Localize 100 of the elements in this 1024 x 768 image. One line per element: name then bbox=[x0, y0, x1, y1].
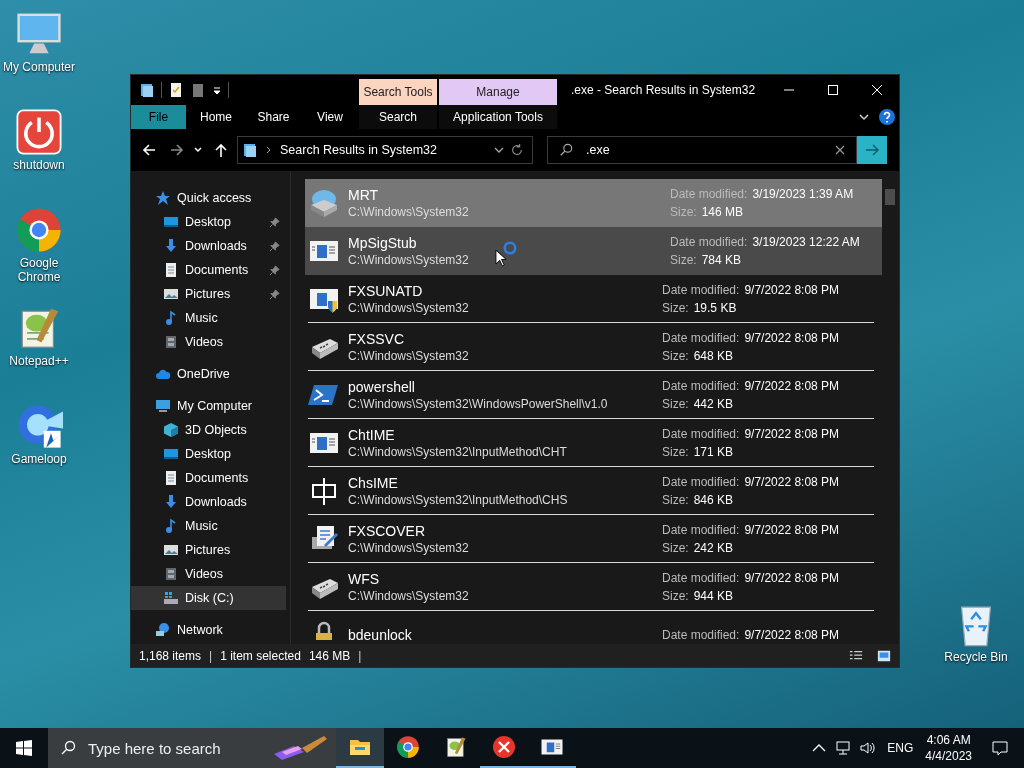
help-icon[interactable] bbox=[879, 109, 895, 125]
sidebar-item[interactable]: Desktop bbox=[131, 442, 286, 466]
search-result-row[interactable]: powershell C:\Windows\System32\WindowsPowerShell\v1.0 Date modified: 9/7/2022 8:08 PM Size: 442 KB bbox=[308, 371, 874, 419]
size-label: Size: bbox=[662, 300, 689, 315]
file-path: C:\Windows\System32\InputMethod\CHS bbox=[348, 492, 568, 507]
pin-icon[interactable] bbox=[269, 264, 280, 276]
chevron-right-icon[interactable] bbox=[264, 146, 272, 154]
pin-icon[interactable] bbox=[269, 288, 280, 300]
scrollbar-thumb[interactable] bbox=[885, 189, 895, 205]
sidebar-item[interactable]: Pictures bbox=[131, 538, 286, 562]
loading-ring-icon bbox=[503, 241, 517, 255]
pin-icon[interactable] bbox=[269, 216, 280, 228]
ribbon-tab[interactable]: View bbox=[301, 105, 359, 129]
sidebar-item[interactable]: Disk (C:) bbox=[131, 586, 286, 610]
power-icon[interactable] bbox=[15, 108, 63, 156]
forward-arrow-icon[interactable] bbox=[169, 142, 185, 158]
date-modified-value: 9/7/2022 8:08 PM bbox=[744, 570, 840, 585]
desktop-icon-label[interactable]: Gameloop bbox=[11, 452, 67, 466]
folder-icon[interactable] bbox=[139, 82, 155, 98]
search-result-row[interactable]: ChtIME C:\Windows\System32\InputMethod\CHT Date modified: 9/7/2022 8:08 PM Size: 171 KB bbox=[308, 419, 874, 467]
size-value: 146 MB bbox=[701, 205, 744, 219]
sidebar-item[interactable]: Downloads bbox=[131, 490, 286, 514]
date-modified-label: Date modified: bbox=[662, 522, 740, 537]
sidebar-item[interactable]: OneDrive bbox=[131, 362, 290, 386]
sidebar-item[interactable]: Pictures bbox=[131, 282, 286, 306]
date-modified-value: 9/7/2022 8:08 PM bbox=[744, 378, 840, 393]
pin-icon[interactable] bbox=[269, 240, 280, 252]
notifications-icon[interactable] bbox=[992, 740, 1008, 756]
search-result-row[interactable]: FXSUNATD C:\Windows\System32 Date modified: 9/7/2022 8:08 PM Size: 19.5 KB bbox=[308, 275, 874, 323]
clock[interactable]: 4:06 AM 4/4/2023 bbox=[925, 732, 972, 764]
search-result-row[interactable]: FXSSVC C:\Windows\System32 Date modified: 9/7/2022 8:08 PM Size: 648 KB bbox=[308, 323, 874, 371]
search-result-row[interactable]: MpSigStub C:\Windows\System32 Date modified: 3/19/2023 12:22 AM Size: 784 KB bbox=[305, 227, 882, 275]
recent-dropdown-icon[interactable] bbox=[193, 145, 203, 155]
new-folder-icon[interactable] bbox=[190, 82, 206, 98]
desktop-icon-label[interactable]: My Computer bbox=[3, 60, 75, 74]
ribbon-tab[interactable]: File bbox=[131, 105, 186, 129]
address-dropdown-icon[interactable] bbox=[494, 145, 504, 155]
document-icon bbox=[163, 262, 179, 278]
sidebar-item[interactable]: Music bbox=[131, 514, 286, 538]
ribbon-tab[interactable]: Home bbox=[186, 105, 246, 129]
file-path: C:\Windows\System32 bbox=[348, 348, 469, 363]
status-separator: | bbox=[358, 648, 362, 663]
large-icons-view-icon[interactable] bbox=[877, 648, 891, 663]
search-result-row[interactable]: ChsIME C:\Windows\System32\InputMethod\CHS Date modified: 9/7/2022 8:08 PM Size: 846 KB bbox=[308, 467, 874, 515]
search-result-row[interactable]: MRT C:\Windows\System32 Date modified: 3/19/2023 1:39 AM Size: 146 MB bbox=[305, 179, 882, 227]
address-bar[interactable]: Search Results in System32 bbox=[237, 136, 533, 164]
size-label: Size: bbox=[662, 540, 689, 555]
sidebar-item[interactable]: Documents bbox=[131, 466, 286, 490]
desktop-icon-label[interactable]: Google Chrome bbox=[1, 256, 77, 284]
sidebar-item[interactable]: Music bbox=[131, 306, 286, 330]
date-modified-label: Date modified: bbox=[662, 426, 740, 441]
right-arrow-icon bbox=[864, 142, 880, 158]
star-icon bbox=[155, 190, 171, 206]
back-arrow-icon[interactable] bbox=[141, 142, 157, 158]
file-name: powershell bbox=[348, 378, 415, 395]
sidebar-item[interactable]: Videos bbox=[131, 562, 286, 586]
desktop-icon-label[interactable]: Notepad++ bbox=[9, 354, 69, 368]
clear-search-icon[interactable] bbox=[835, 145, 845, 155]
sidebar-item[interactable]: Videos bbox=[131, 330, 286, 354]
selection-count: 1 item selected bbox=[220, 648, 301, 663]
breadcrumb-item[interactable]: Search Results in System32 bbox=[280, 143, 437, 157]
file-path: C:\Windows\System32\InputMethod\CHT bbox=[348, 444, 567, 459]
expand-ribbon-icon[interactable] bbox=[859, 112, 869, 122]
language-indicator[interactable]: ENG bbox=[887, 741, 914, 755]
sidebar-item[interactable]: Network bbox=[131, 618, 290, 642]
desktop-icon-label[interactable]: shutdown bbox=[13, 158, 65, 172]
windows-logo-icon bbox=[16, 740, 32, 756]
sidebar-item[interactable]: Downloads bbox=[131, 234, 286, 258]
sidebar-item[interactable]: Quick access bbox=[131, 186, 290, 210]
file-name: WFS bbox=[348, 570, 380, 587]
contextual-tab-header: Manage bbox=[439, 79, 557, 105]
network-icon[interactable] bbox=[835, 740, 852, 756]
taskbar-search-field[interactable]: Type here to search bbox=[48, 728, 336, 768]
volume-icon[interactable] bbox=[859, 740, 876, 756]
sidebar-item[interactable]: Documents bbox=[131, 258, 286, 282]
search-result-row[interactable]: WFS C:\Windows\System32 Date modified: 9/7/2022 8:08 PM Size: 944 KB bbox=[308, 563, 874, 611]
date-modified-label: Date modified: bbox=[662, 570, 740, 585]
ribbon-tab[interactable]: Application Tools bbox=[439, 105, 557, 129]
chrome-icon[interactable] bbox=[15, 206, 63, 254]
ribbon-tab[interactable]: Search bbox=[359, 105, 437, 129]
ribbon-tab[interactable]: Share bbox=[246, 105, 301, 129]
file-name: ChsIME bbox=[348, 474, 398, 491]
properties-icon[interactable] bbox=[168, 82, 184, 98]
desktop-icon-label[interactable]: Recycle Bin bbox=[944, 650, 1008, 664]
customize-dropdown-icon[interactable] bbox=[212, 85, 222, 95]
error-icon bbox=[492, 735, 516, 759]
globe-monitor-icon bbox=[155, 622, 171, 638]
sidebar-item[interactable]: Desktop bbox=[131, 210, 286, 234]
sidebar-item[interactable]: 3D Objects bbox=[131, 418, 286, 442]
item-count: 1,168 items bbox=[139, 648, 202, 663]
date-modified-value: 9/7/2022 8:08 PM bbox=[744, 330, 840, 345]
search-result-row[interactable]: FXSCOVER C:\Windows\System32 Date modified: 9/7/2022 8:08 PM Size: 242 KB bbox=[308, 515, 874, 563]
taskbar-app-button[interactable] bbox=[336, 728, 384, 768]
search-field[interactable]: .exe bbox=[547, 136, 857, 164]
refresh-icon[interactable] bbox=[510, 143, 524, 157]
date-modified-value: 3/19/2023 12:22 AM bbox=[752, 235, 860, 249]
window-title: .exe - Search Results in System32 bbox=[571, 83, 756, 97]
computer-icon bbox=[155, 398, 171, 414]
sidebar-item[interactable]: My Computer bbox=[131, 394, 290, 418]
up-arrow-icon[interactable] bbox=[213, 142, 229, 158]
